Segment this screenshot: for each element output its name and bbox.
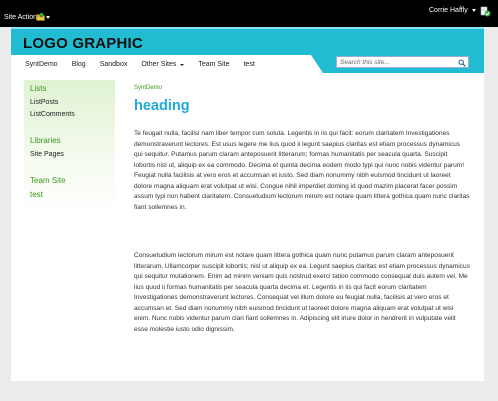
body-paragraph: Te feugait nulla, facilisi nam liber tem… bbox=[134, 130, 470, 211]
topnav-item-label: Other Sites bbox=[141, 61, 177, 68]
topnav-item-syntdemo[interactable]: SyntDemo bbox=[25, 61, 58, 68]
page-frame: LOGO GRAPHIC SyntDemo Blog Sandbox Other… bbox=[11, 27, 484, 381]
ribbon-bar: Site Actions Corrie Haffly bbox=[0, 0, 498, 27]
topnav-item-blog[interactable]: Blog bbox=[72, 61, 86, 68]
top-nav: SyntDemo Blog Sandbox Other Sites Team S… bbox=[25, 61, 269, 68]
leftnav-item-listposts[interactable]: ListPosts bbox=[30, 99, 58, 106]
breadcrumb[interactable]: SyntDemo bbox=[134, 85, 162, 91]
topnav-item-sandbox[interactable]: Sandbox bbox=[100, 61, 128, 68]
leftnav-heading-lists[interactable]: Lists bbox=[30, 84, 46, 93]
site-header: LOGO GRAPHIC bbox=[11, 27, 484, 55]
quick-launch: Lists ListPosts ListComments Libraries S… bbox=[24, 80, 115, 212]
chevron-down-icon bbox=[180, 63, 185, 66]
navigate-up-icon[interactable] bbox=[36, 12, 45, 21]
topnav-item-team-site[interactable]: Team Site bbox=[198, 61, 229, 68]
chevron-down-icon bbox=[471, 9, 476, 12]
user-name: Corrie Haffly bbox=[429, 7, 468, 14]
user-menu[interactable]: Corrie Haffly bbox=[429, 7, 476, 14]
search-icon bbox=[458, 59, 466, 67]
leftnav-item-listcomments[interactable]: ListComments bbox=[30, 111, 75, 118]
topnav-item-test[interactable]: test bbox=[243, 61, 254, 68]
leftnav-heading-libraries[interactable]: Libraries bbox=[30, 136, 61, 145]
search-tab-notch bbox=[311, 55, 323, 73]
leftnav-item-site-pages[interactable]: Site Pages bbox=[30, 151, 64, 158]
topnav-item-other-sites[interactable]: Other Sites bbox=[141, 61, 185, 68]
search-input[interactable] bbox=[337, 57, 455, 67]
search-box bbox=[336, 56, 469, 68]
leftnav-item-test[interactable]: test bbox=[30, 190, 43, 199]
body-paragraph: Consuetudium lectorum mirum est notare q… bbox=[134, 252, 470, 333]
page-title: heading bbox=[134, 98, 190, 114]
search-button[interactable] bbox=[456, 58, 467, 67]
sync-icon[interactable] bbox=[480, 6, 491, 17]
leftnav-item-team-site[interactable]: Team Site bbox=[30, 176, 66, 185]
chevron-down-icon bbox=[45, 16, 50, 19]
logo[interactable]: LOGO GRAPHIC bbox=[23, 35, 143, 52]
